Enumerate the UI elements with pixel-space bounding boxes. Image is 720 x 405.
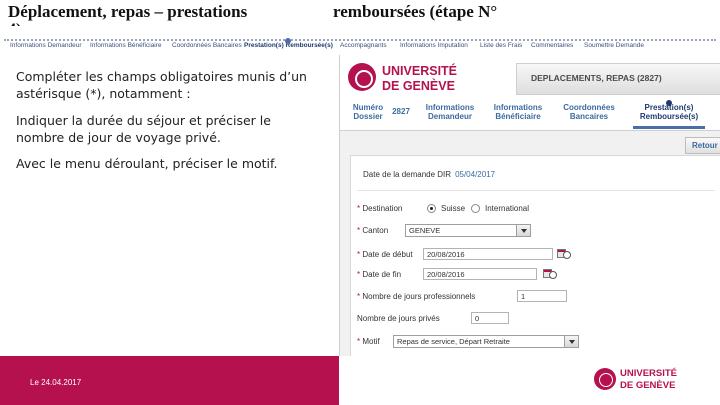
footer-logo-line-2: DE GENÈVE [620, 380, 676, 391]
jours-professionnels-input[interactable]: 1 [517, 290, 567, 302]
instruction-paragraph-1: Compléter les champs obligatoires munis … [16, 69, 307, 101]
instruction-paragraph-3: Avec le menu déroulant, préciser le moti… [16, 156, 278, 171]
steps-line [4, 39, 716, 41]
logo-line-1: UNIVERSITÉ [382, 64, 458, 78]
instruction-paragraph-2: Indiquer la durée du séjour et préciser … [16, 113, 271, 145]
step-accompagnants[interactable]: Accompagnants [340, 42, 387, 49]
step-liste-des-frais[interactable]: Liste des Frais [480, 42, 522, 49]
slide-title-part2: remboursées (étape N° [333, 2, 498, 21]
date-demande-field: Date de la demande DIR 05/04/2017 [363, 170, 496, 179]
date-debut-input[interactable]: 20/08/2016 [423, 248, 553, 260]
calendar-icon[interactable] [543, 268, 557, 279]
canton-select[interactable]: GENEVE [405, 224, 531, 237]
tab-informations-demandeur[interactable]: Informations Demandeur [418, 103, 482, 121]
page-title-bar: DEPLACEMENTS, REPAS (2827) [516, 63, 720, 95]
date-fin-input[interactable]: 20/08/2016 [423, 268, 537, 280]
destination-option-suisse: Suisse [441, 204, 466, 213]
step-soumettre-demande[interactable]: Soumettre Demande [584, 42, 644, 49]
dossier-label: Numéro Dossier [352, 103, 384, 121]
destination-label: * Destination [357, 204, 403, 213]
date-demande-value: 05/04/2017 [455, 170, 496, 179]
step-coordonnees-bancaires[interactable]: Coordonnées Bancaires [172, 42, 242, 49]
tab-coordonnees-bancaires[interactable]: Coordonnées Bancaires [556, 103, 622, 121]
motif-label: * Motif [357, 337, 380, 346]
footer-logo-line-1: UNIVERSITÉ [620, 368, 678, 379]
form-area: Date de la demande DIR 05/04/2017 * Desti… [350, 155, 720, 357]
slide-title-part3: 4) [8, 18, 21, 26]
step-prestations-remboursees[interactable]: Prestation(s) Remboursée(s) [244, 38, 333, 49]
date-debut-label: * Date de début [357, 250, 413, 259]
destination-radio-international[interactable] [471, 204, 480, 213]
step-informations-imputation[interactable]: Informations Imputation [400, 42, 468, 49]
university-seal-icon [348, 63, 376, 91]
footer-seal-icon [594, 368, 616, 390]
jours-prives-label: Nombre de jours privés [357, 314, 440, 323]
step-informations-demandeur[interactable]: Informations Demandeur [10, 42, 82, 49]
destination-option-international: International [485, 204, 530, 213]
university-logo: UNIVERSITÉ DE GENÈVE [346, 61, 496, 95]
jours-professionnels-label: * Nombre de jours professionnels [357, 292, 476, 301]
active-tab-marker [666, 100, 672, 106]
date-fin-label: * Date de fin [357, 270, 402, 279]
slide-title-part1: Déplacement, repas – prestations [8, 2, 248, 21]
jours-prives-input[interactable]: 0 [471, 312, 509, 324]
motif-select[interactable]: Repas de service, Départ Retraite [393, 335, 579, 348]
form-tabs: Numéro Dossier 2827 Informations Demande… [340, 99, 720, 131]
chevron-down-icon [564, 336, 578, 347]
application-screenshot: UNIVERSITÉ DE GENÈVE DEPLACEMENTS, REPAS… [339, 55, 720, 357]
dossier-value: 2827 [392, 107, 410, 116]
retour-button[interactable]: Retour [685, 137, 720, 154]
dossier-number: Numéro Dossier [350, 103, 386, 121]
logo-line-2: DE GENÈVE [382, 79, 455, 93]
footer-date: Le 24.04.2017 [30, 378, 82, 387]
divider [357, 190, 715, 191]
page-title: DEPLACEMENTS, REPAS (2827) [531, 73, 662, 83]
step-informations-beneficiaire[interactable]: Informations Bénéficiaire [90, 42, 162, 49]
slide-title: Déplacement, repas – prestations rembour… [8, 0, 718, 26]
steps-progress-bar: Informations Demandeur Informations Béné… [4, 36, 716, 56]
chevron-down-icon [516, 225, 530, 236]
calendar-icon[interactable] [557, 248, 571, 259]
destination-radio-suisse[interactable] [427, 204, 436, 213]
step-commentaires[interactable]: Commentaires [531, 42, 573, 49]
canton-label: * Canton [357, 226, 389, 235]
footer-university-logo: UNIVERSITÉ DE GENÈVE [594, 366, 704, 396]
active-tab-indicator [633, 126, 705, 129]
tab-informations-beneficiaire[interactable]: Informations Bénéficiaire [484, 103, 552, 121]
app-header: UNIVERSITÉ DE GENÈVE DEPLACEMENTS, REPAS… [340, 55, 720, 99]
tab-prestations-remboursees[interactable]: Prestation(s) Remboursée(s) [628, 100, 710, 121]
